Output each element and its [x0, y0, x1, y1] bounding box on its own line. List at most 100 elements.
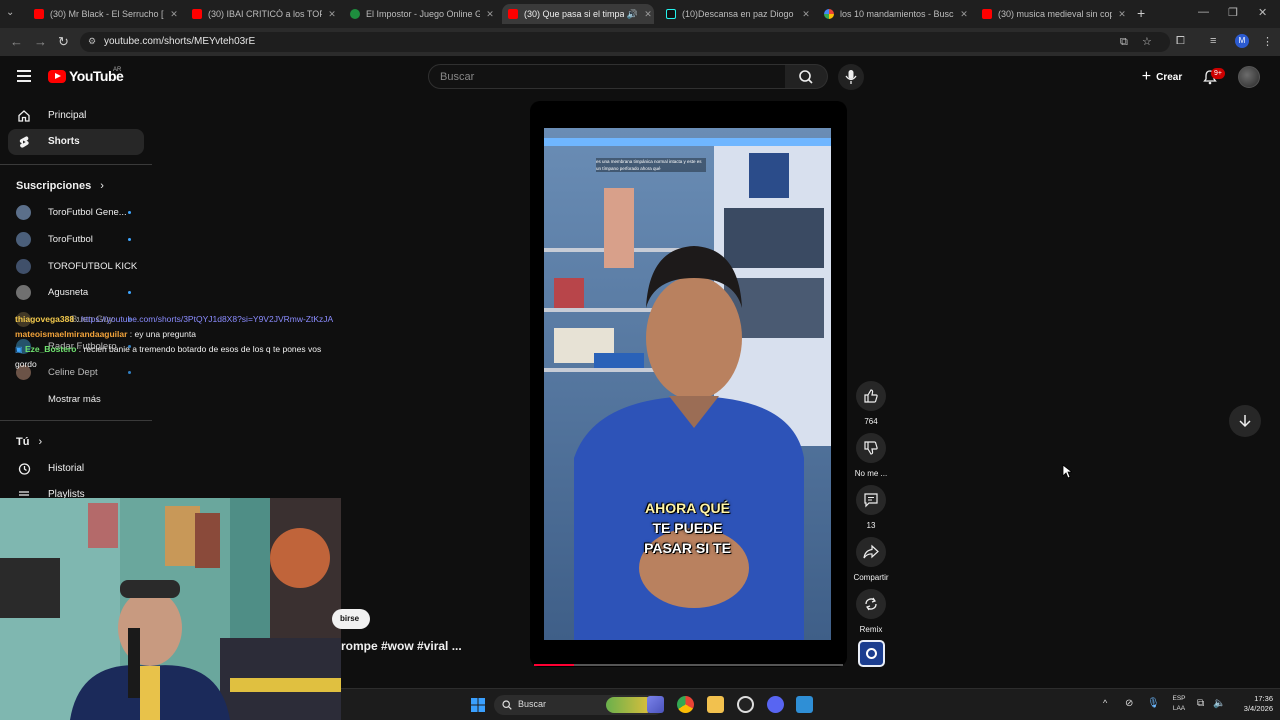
browser-tab[interactable]: (30) Mr Black - El Serrucho [Of ✕ — [28, 4, 180, 24]
url-text[interactable]: youtube.com/shorts/MEYvteh03rE — [104, 36, 255, 47]
obs-app-icon[interactable] — [737, 696, 754, 713]
browser-tab[interactable]: los 10 mandamientos - Buscar ✕ — [818, 4, 970, 24]
clock-time: 17:36 — [1254, 694, 1273, 703]
taskbar-clock[interactable]: 17:36 3/4/2026 — [1231, 694, 1273, 714]
chat-message: mateoismaelmirandaaguilar : ey una pregu… — [15, 329, 196, 339]
browser-tab[interactable]: El Impostor - Juego Online Gra ✕ — [344, 4, 496, 24]
forward-arrow-icon[interactable]: → — [34, 34, 47, 49]
channel-logo-icon — [866, 648, 877, 659]
close-tab-icon[interactable]: ✕ — [958, 9, 970, 20]
mouse-cursor-icon — [1062, 464, 1072, 479]
voice-search-button[interactable] — [838, 64, 864, 90]
chat-message: ▣ Eze_Bostero : recien banie a tremendo … — [15, 344, 322, 369]
subscribe-button[interactable]: birse — [332, 609, 370, 629]
media-controls-icon[interactable]: ≡ — [1210, 35, 1216, 47]
windows-taskbar: Buscar ^ ⊘ 🎙 ESP LAA ⧉ 🔈 17:36 3/4/2026 — [341, 688, 1280, 720]
subscription-channel[interactable]: ToroFutbol — [16, 229, 146, 249]
comments-button[interactable]: 13 — [853, 485, 889, 530]
account-avatar[interactable] — [1238, 66, 1260, 88]
sidebar-item-principal[interactable]: Principal — [8, 103, 144, 129]
tray-app-icon[interactable]: ⊘ — [1125, 698, 1133, 709]
you-heading[interactable]: Tú › — [16, 436, 42, 448]
sound-thumbnail[interactable] — [858, 640, 885, 667]
chrome-app-icon[interactable] — [677, 696, 694, 713]
show-more-button[interactable]: Mostrar más — [16, 389, 146, 409]
close-tab-icon[interactable]: ✕ — [484, 9, 496, 20]
caption-line: PASAR SI TE — [644, 540, 731, 556]
discord-app-icon[interactable] — [767, 696, 784, 713]
browser-tab[interactable]: (30) IBAI CRITICÓ a los TOP GU ✕ — [186, 4, 338, 24]
chat-text: https://youtube.com/shorts/3PtQYJ1d8X8?s… — [81, 314, 334, 324]
photos-app-icon[interactable] — [796, 696, 813, 713]
like-button[interactable]: 764 — [853, 381, 889, 426]
video-top-text: es una membrana timpánica normal intacta… — [596, 158, 706, 172]
close-tab-icon[interactable]: ✕ — [800, 9, 812, 20]
show-hidden-icons-chevron-icon[interactable]: ^ — [1103, 698, 1107, 708]
site-info-icon[interactable]: ⚙ — [88, 36, 96, 47]
sidebar-item-label: Shorts — [48, 136, 80, 147]
dislike-button[interactable]: No me ... — [853, 433, 889, 478]
youtube-play-logo-icon — [48, 69, 66, 83]
address-bar[interactable]: ⚙ youtube.com/shorts/MEYvteh03rE ⧉ ☆ — [80, 32, 1170, 52]
extensions-icon[interactable]: ⧠ — [1176, 35, 1185, 48]
back-arrow-icon[interactable]: ← — [10, 34, 23, 49]
close-tab-icon[interactable]: ✕ — [642, 9, 654, 20]
tab-title: El Impostor - Juego Online Gra — [366, 9, 480, 19]
new-tab-plus-icon[interactable]: + — [1137, 5, 1145, 21]
volume-icon[interactable]: 🔈 — [1213, 698, 1225, 709]
close-window-icon[interactable]: ✕ — [1258, 6, 1267, 19]
share-button[interactable]: Compartir — [853, 537, 889, 582]
subscription-channel[interactable]: Agusneta — [16, 282, 146, 302]
webcam-feed-image — [0, 498, 341, 720]
browser-tab-active[interactable]: (30) Que pasa si el timpano 🔊 ✕ — [502, 4, 654, 24]
bookmark-star-icon[interactable]: ☆ — [1142, 35, 1152, 48]
chevron-right-icon: › — [100, 180, 104, 192]
browser-tab[interactable]: (30) musica medieval sin copir ✕ — [976, 4, 1128, 24]
next-short-button[interactable] — [1229, 405, 1261, 437]
taskbar-search[interactable]: Buscar — [494, 695, 664, 715]
sidebar-item-playlists[interactable]: Playlists — [8, 482, 144, 498]
video-progress-fill — [534, 664, 575, 666]
hamburger-menu-icon[interactable] — [17, 70, 31, 82]
subscription-channel[interactable]: ToroFutbol Gene... — [16, 202, 146, 222]
teams-app-icon[interactable] — [647, 696, 664, 713]
subscription-channel[interactable]: TOROFUTBOL KICK — [16, 256, 146, 276]
close-tab-icon[interactable]: ✕ — [168, 9, 180, 20]
input-language[interactable]: ESP LAA — [1170, 694, 1188, 714]
close-tab-icon[interactable]: ✕ — [1116, 9, 1128, 20]
sidebar-item-historial[interactable]: Historial — [8, 456, 144, 482]
install-app-icon[interactable]: ⧉ — [1120, 36, 1128, 49]
video-progress-bar[interactable] — [534, 664, 843, 666]
close-tab-icon[interactable]: ✕ — [326, 9, 338, 20]
restore-window-icon[interactable]: ❐ — [1228, 6, 1238, 19]
short-title[interactable]: rompe #wow #viral ... — [341, 639, 462, 653]
windows-start-icon[interactable] — [471, 698, 485, 712]
search-input[interactable]: Buscar — [428, 64, 786, 89]
comments-button-circle — [856, 485, 886, 515]
microphone-tray-icon[interactable]: 🎙 — [1147, 698, 1160, 709]
network-icon[interactable]: ⧉ — [1197, 698, 1204, 709]
video-caption: AHORA QUÉ TE PUEDE PASAR SI TE — [544, 498, 831, 558]
sidebar-item-shorts[interactable]: Shorts — [8, 129, 144, 155]
short-video[interactable]: es una membrana timpánica normal intacta… — [544, 128, 831, 640]
channel-avatar — [16, 259, 31, 274]
chat-message: thiagovega388 : https://youtube.com/shor… — [15, 314, 334, 324]
tab-title: (10)Descansa en paz Diogo #di — [682, 9, 796, 19]
remix-button[interactable]: Remix — [853, 589, 889, 634]
file-explorer-icon[interactable] — [707, 696, 724, 713]
reload-icon[interactable]: ↻ — [58, 34, 69, 50]
subscriptions-heading[interactable]: Suscripciones › — [16, 180, 104, 192]
browser-menu-icon[interactable]: ⋮ — [1262, 35, 1273, 48]
subscriptions-heading-label: Suscripciones — [16, 180, 92, 192]
create-button[interactable]: + Crear — [1131, 64, 1193, 90]
chat-badge-icon: ▣ — [15, 345, 23, 354]
tab-search-chevron-icon[interactable]: ⌄ — [6, 7, 14, 18]
browser-tab[interactable]: (10)Descansa en paz Diogo #di ✕ — [660, 4, 812, 24]
minimize-window-icon[interactable]: — — [1198, 6, 1209, 18]
audio-playing-icon[interactable]: 🔊 — [627, 9, 638, 20]
new-content-dot — [128, 291, 131, 294]
youtube-favicon-icon — [192, 9, 202, 19]
you-heading-label: Tú — [16, 436, 30, 448]
profile-avatar[interactable]: M — [1235, 34, 1249, 48]
search-button[interactable] — [785, 64, 828, 89]
